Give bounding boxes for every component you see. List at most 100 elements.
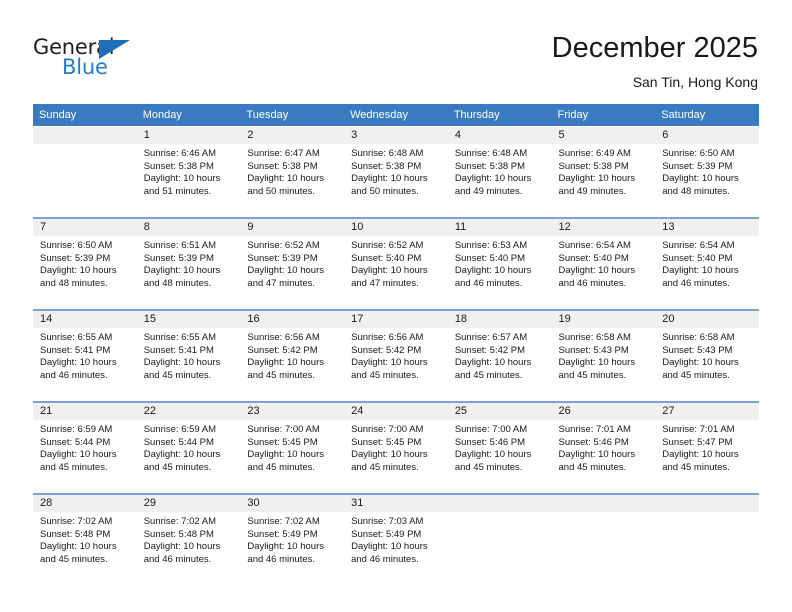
day-details: Sunrise: 6:56 AM Sunset: 5:42 PM Daylight:… — [344, 328, 448, 382]
day-cell-inner: 25 Sunrise: 7:00 AM Sunset: 5:46 PM Dayligh… — [447, 403, 552, 491]
weekday-header-thursday: Thursday — [447, 104, 552, 127]
day-detail-daylight-line1: Daylight: 10 hours — [351, 173, 428, 185]
day-detail-sunrise: Sunrise: 7:02 AM — [40, 516, 113, 527]
general-blue-logo[interactable]: General Blue — [33, 36, 163, 82]
day-detail-sunrise: Sunrise: 7:03 AM — [351, 516, 424, 527]
calendar-day-cell[interactable]: 23 Sunrise: 7:00 AM Sunset: 5:45 PM Dayligh… — [240, 401, 345, 495]
calendar-day-cell[interactable]: 6 Sunrise: 6:50 AM Sunset: 5:39 PM Daylight… — [655, 126, 759, 219]
day-details: Sunrise: 6:48 AM Sunset: 5:38 PM Daylight:… — [344, 144, 448, 198]
calendar-day-cell[interactable]: 27 Sunrise: 7:01 AM Sunset: 5:47 PM Dayligh… — [655, 401, 759, 495]
day-detail-daylight-line1: Daylight: 10 hours — [247, 357, 324, 369]
day-detail-daylight-line1: Daylight: 10 hours — [662, 173, 739, 185]
day-detail-sunrise: Sunrise: 6:54 AM — [662, 240, 735, 251]
day-details: Sunrise: 7:02 AM Sunset: 5:49 PM Daylight:… — [240, 512, 344, 566]
day-detail-sunrise: Sunrise: 6:46 AM — [143, 148, 217, 159]
day-detail-daylight-line1: Daylight: 10 hours — [143, 173, 221, 185]
calendar-day-cell[interactable]: 28 Sunrise: 7:02 AM Sunset: 5:48 PM Dayligh… — [33, 493, 137, 585]
day-detail-daylight-line2: and 49 minutes. — [454, 185, 523, 197]
day-detail-daylight-line2: and 45 minutes. — [40, 461, 108, 473]
calendar-day-cell[interactable]: 17 Sunrise: 6:56 AM Sunset: 5:42 PM Dayligh… — [344, 309, 448, 403]
day-cell-inner: 27 Sunrise: 7:01 AM Sunset: 5:47 PM Dayligh… — [655, 403, 759, 491]
calendar-day-cell[interactable]: 24 Sunrise: 7:00 AM Sunset: 5:45 PM Dayligh… — [344, 401, 448, 495]
day-detail-daylight-line2: and 50 minutes. — [247, 185, 316, 197]
day-details: Sunrise: 7:01 AM Sunset: 5:46 PM Daylight:… — [552, 420, 656, 474]
calendar-day-cell[interactable]: 10 Sunrise: 6:52 AM Sunset: 5:40 PM Dayligh… — [344, 217, 448, 311]
calendar-day-cell[interactable]: 22 Sunrise: 6:59 AM Sunset: 5:44 PM Dayligh… — [136, 401, 241, 495]
calendar-day-cell[interactable]: 18 Sunrise: 6:57 AM Sunset: 5:42 PM Dayligh… — [447, 309, 552, 403]
calendar-day-cell[interactable]: 13 Sunrise: 6:54 AM Sunset: 5:40 PM Dayligh… — [655, 217, 759, 311]
calendar-day-cell[interactable]: 31 Sunrise: 7:03 AM Sunset: 5:49 PM Dayligh… — [344, 493, 448, 585]
weekday-header-tuesday: Tuesday — [240, 104, 345, 127]
day-detail-sunset: Sunset: 5:46 PM — [558, 436, 629, 448]
day-detail-sunset: Sunset: 5:41 PM — [143, 344, 214, 356]
calendar-day-cell[interactable]: 12 Sunrise: 6:54 AM Sunset: 5:40 PM Dayligh… — [551, 217, 656, 311]
day-detail-daylight-line1: Daylight: 10 hours — [351, 265, 428, 277]
day-detail-sunset: Sunset: 5:45 PM — [247, 436, 318, 448]
calendar-day-cell[interactable]: 5 Sunrise: 6:49 AM Sunset: 5:38 PM Daylight… — [551, 126, 656, 219]
day-number — [655, 495, 759, 512]
calendar-page: General Blue December 2025 San Tin, Hong… — [0, 0, 792, 612]
calendar-day-cell[interactable]: 20 Sunrise: 6:58 AM Sunset: 5:43 PM Dayligh… — [655, 309, 759, 403]
day-details: Sunrise: 6:57 AM Sunset: 5:42 PM Daylight:… — [448, 328, 552, 382]
day-details: Sunrise: 7:00 AM Sunset: 5:46 PM Daylight:… — [448, 420, 552, 474]
calendar-day-cell[interactable]: 29 Sunrise: 7:02 AM Sunset: 5:48 PM Dayligh… — [136, 493, 241, 585]
day-cell-inner — [33, 127, 137, 215]
day-detail-sunrise: Sunrise: 7:02 AM — [143, 516, 217, 527]
day-detail-sunset: Sunset: 5:42 PM — [247, 344, 318, 356]
day-detail-daylight-line2: and 51 minutes. — [143, 185, 212, 197]
calendar-day-cell[interactable]: 16 Sunrise: 6:56 AM Sunset: 5:42 PM Dayligh… — [240, 309, 345, 403]
calendar-day-cell[interactable]: 21 Sunrise: 6:59 AM Sunset: 5:44 PM Dayligh… — [33, 401, 137, 495]
page-subtitle: San Tin, Hong Kong — [632, 74, 758, 90]
calendar-day-cell[interactable]: 25 Sunrise: 7:00 AM Sunset: 5:46 PM Dayligh… — [447, 401, 552, 495]
day-details: Sunrise: 6:59 AM Sunset: 5:44 PM Daylight:… — [33, 420, 137, 474]
day-detail-sunset: Sunset: 5:44 PM — [40, 436, 111, 448]
weekday-header-wednesday: Wednesday — [344, 104, 448, 127]
day-number: 26 — [551, 403, 656, 420]
calendar-table: Sunday Monday Tuesday Wednesday Thursday Frid… — [33, 104, 759, 585]
calendar-day-cell[interactable]: 11 Sunrise: 6:53 AM Sunset: 5:40 PM Dayligh… — [447, 217, 552, 311]
day-detail-sunrise: Sunrise: 6:54 AM — [558, 240, 631, 251]
day-detail-daylight-line1: Daylight: 10 hours — [662, 265, 739, 277]
calendar-day-cell[interactable]: 4 Sunrise: 6:48 AM Sunset: 5:38 PM Daylight… — [447, 126, 552, 219]
day-details: Sunrise: 6:54 AM Sunset: 5:40 PM Daylight:… — [552, 236, 656, 290]
day-detail-sunset: Sunset: 5:39 PM — [143, 252, 214, 264]
weekday-header-sunday: Sunday — [33, 104, 137, 127]
calendar-day-cell[interactable]: 15 Sunrise: 6:55 AM Sunset: 5:41 PM Dayligh… — [136, 309, 241, 403]
calendar-header-row: Sunday Monday Tuesday Wednesday Thursday Frid… — [33, 104, 759, 127]
calendar-day-cell[interactable]: 9 Sunrise: 6:52 AM Sunset: 5:39 PM Daylight… — [240, 217, 345, 311]
day-number: 12 — [551, 219, 656, 236]
day-detail-daylight-line2: and 45 minutes. — [454, 369, 523, 381]
day-number: 21 — [33, 403, 137, 420]
day-detail-sunrise: Sunrise: 6:56 AM — [351, 332, 424, 343]
calendar-day-cell[interactable]: 14 Sunrise: 6:55 AM Sunset: 5:41 PM Dayligh… — [33, 309, 137, 403]
day-details: Sunrise: 6:48 AM Sunset: 5:38 PM Daylight:… — [448, 144, 552, 198]
day-detail-sunset: Sunset: 5:44 PM — [143, 436, 214, 448]
day-detail-sunset: Sunset: 5:47 PM — [662, 436, 733, 448]
day-number: 5 — [551, 127, 656, 144]
calendar-day-cell[interactable]: 7 Sunrise: 6:50 AM Sunset: 5:39 PM Daylight… — [33, 217, 137, 311]
logo-text-blue: Blue — [62, 55, 108, 79]
day-cell-inner: 11 Sunrise: 6:53 AM Sunset: 5:40 PM Dayligh… — [447, 219, 552, 307]
day-detail-sunset: Sunset: 5:43 PM — [662, 344, 733, 356]
weekday-header-friday: Friday — [551, 104, 656, 127]
calendar-day-cell[interactable]: 8 Sunrise: 6:51 AM Sunset: 5:39 PM Daylight… — [136, 217, 241, 311]
day-details: Sunrise: 6:54 AM Sunset: 5:40 PM Daylight:… — [655, 236, 759, 290]
day-detail-sunrise: Sunrise: 6:52 AM — [247, 240, 320, 251]
day-cell-inner — [551, 495, 656, 583]
day-detail-sunset: Sunset: 5:40 PM — [454, 252, 526, 264]
day-number: 10 — [344, 219, 448, 236]
calendar-day-cell[interactable]: 1 Sunrise: 6:46 AM Sunset: 5:38 PM Daylight… — [136, 126, 241, 219]
calendar-day-cell[interactable]: 19 Sunrise: 6:58 AM Sunset: 5:43 PM Dayligh… — [551, 309, 656, 403]
day-cell-inner: 16 Sunrise: 6:56 AM Sunset: 5:42 PM Dayligh… — [240, 311, 345, 399]
day-detail-daylight-line1: Daylight: 10 hours — [40, 357, 117, 369]
day-detail-daylight-line1: Daylight: 10 hours — [40, 265, 117, 277]
day-detail-sunrise: Sunrise: 6:55 AM — [143, 332, 217, 343]
day-number: 18 — [447, 311, 552, 328]
title-block: December 2025 San Tin, Hong Kong — [552, 30, 758, 92]
calendar-day-cell[interactable]: 30 Sunrise: 7:02 AM Sunset: 5:49 PM Dayligh… — [240, 493, 345, 585]
calendar-day-cell[interactable]: 3 Sunrise: 6:48 AM Sunset: 5:38 PM Daylight… — [344, 126, 448, 219]
day-details: Sunrise: 6:50 AM Sunset: 5:39 PM Daylight:… — [655, 144, 759, 198]
calendar-day-cell[interactable]: 26 Sunrise: 7:01 AM Sunset: 5:46 PM Dayligh… — [551, 401, 656, 495]
calendar-day-cell[interactable]: 2 Sunrise: 6:47 AM Sunset: 5:38 PM Daylight… — [240, 126, 345, 219]
day-detail-sunset: Sunset: 5:38 PM — [143, 160, 214, 172]
